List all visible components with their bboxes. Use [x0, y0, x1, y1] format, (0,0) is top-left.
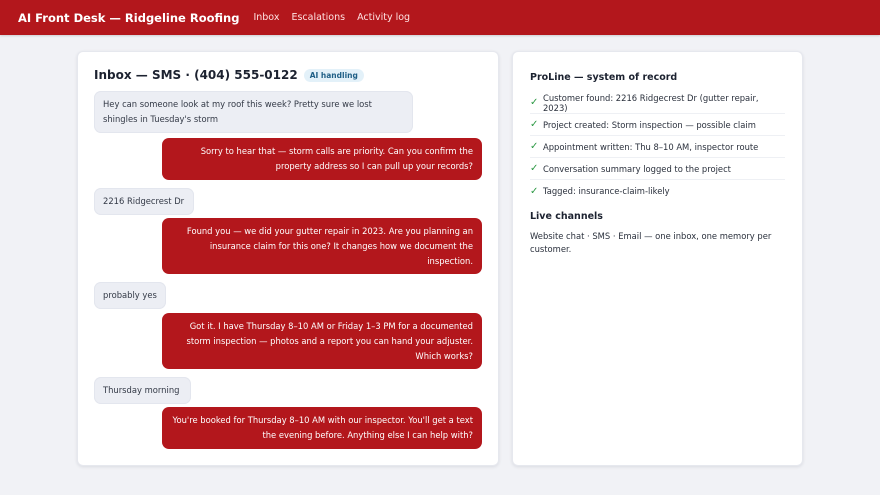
checklist-item: ✓ Tagged: insurance-claim-likely — [530, 180, 785, 202]
checklist-item-label: Project created: Storm inspection — poss… — [543, 119, 756, 130]
customer-message: 2216 Ridgecrest Dr — [94, 188, 194, 215]
inbox-panel: Inbox — SMS · (404) 555-0122 AI handling… — [77, 51, 499, 466]
checklist-item: ✓ Conversation summary logged to the pro… — [530, 158, 785, 180]
checklist-item-label: Customer found: 2216 Ridgecrest Dr (gutt… — [542, 92, 759, 113]
checklist-item: ✓ Customer found: 2216 Ridgecrest Dr (gu… — [530, 92, 785, 114]
customer-message: Hey can someone look at my roof this wee… — [94, 91, 413, 133]
check-icon: ✓ — [530, 119, 539, 130]
system-title: ProLine — system of record — [530, 72, 678, 83]
nav-link-inbox[interactable]: Inbox — [253, 12, 279, 23]
top-nav-bar: AI Front Desk — Ridgeline Roofing Inbox … — [0, 0, 880, 35]
checklist-item-label: Conversation summary logged to the proje… — [543, 163, 731, 174]
message-thread[interactable]: Hey can someone look at my roof this wee… — [94, 89, 482, 469]
action-checklist: ✓ Customer found: 2216 Ridgecrest Dr (gu… — [530, 92, 785, 202]
check-icon: ✓ — [530, 97, 539, 108]
customer-message: probably yes — [94, 282, 166, 309]
checklist-item: ✓ Appointment written: Thu 8–10 AM, insp… — [530, 136, 785, 158]
checklist-item-label: Tagged: insurance-claim-likely — [543, 186, 670, 196]
nav-link-activity-log[interactable]: Activity log — [357, 12, 410, 23]
nav-link-escalations[interactable]: Escalations — [291, 12, 345, 23]
ai-handling-badge: AI handling — [303, 68, 364, 82]
app-brand: AI Front Desk — Ridgeline Roofing — [18, 10, 240, 25]
checklist-item: ✓ Project created: Storm inspection — po… — [530, 114, 785, 136]
ai-message: Got it. I have Thursday 8–10 AM or Frida… — [162, 313, 482, 370]
live-channels-title: Live channels — [530, 211, 603, 222]
system-of-record-panel: ProLine — system of record ✓ Customer fo… — [512, 51, 803, 466]
inbox-title: Inbox — SMS · (404) 555-0122 — [94, 68, 298, 82]
ai-message: Sorry to hear that — storm calls are pri… — [162, 138, 482, 180]
check-icon: ✓ — [530, 141, 539, 152]
live-channels-description: Website chat · SMS · Email — one inbox, … — [530, 231, 772, 254]
ai-message: Found you — we did your gutter repair in… — [162, 218, 482, 275]
customer-message: Thursday morning — [94, 377, 191, 404]
check-icon: ✓ — [530, 185, 539, 197]
check-icon: ✓ — [530, 163, 539, 174]
checklist-item-label: Appointment written: Thu 8–10 AM, inspec… — [543, 141, 759, 152]
inbox-header: Inbox — SMS · (404) 555-0122 AI handling — [94, 67, 482, 83]
ai-message: You're booked for Thursday 8–10 AM with … — [162, 407, 482, 449]
